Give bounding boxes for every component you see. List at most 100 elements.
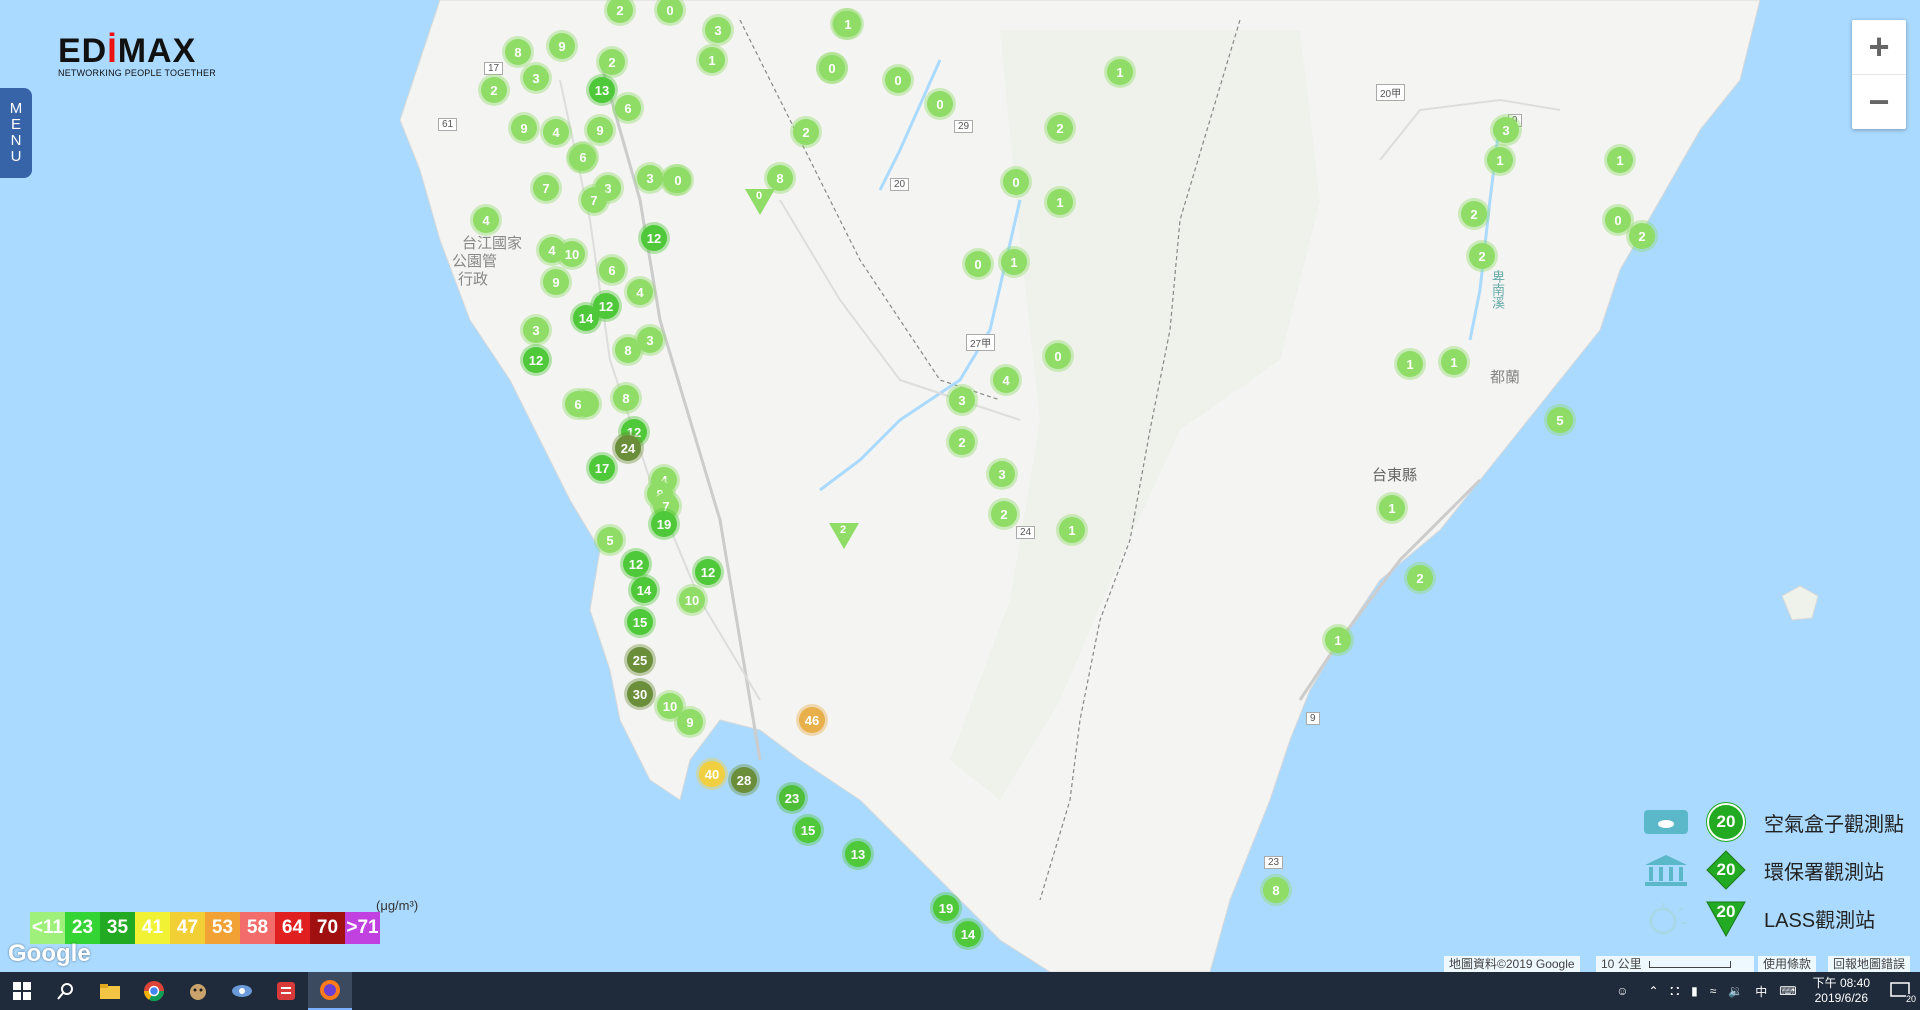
airbox-marker[interactable]: 14 bbox=[955, 921, 981, 947]
menu-tab[interactable]: M E N U bbox=[0, 88, 32, 178]
airbox-marker[interactable]: 12 bbox=[523, 347, 549, 373]
people-icon[interactable]: ☺ bbox=[1616, 984, 1628, 998]
airbox-marker[interactable]: 2 bbox=[1461, 201, 1487, 227]
airbox-marker[interactable]: 13 bbox=[589, 77, 615, 103]
lass-marker[interactable]: 0 bbox=[744, 188, 776, 221]
notification-center-icon[interactable]: 20 bbox=[1880, 972, 1920, 1010]
airbox-marker[interactable]: 2 bbox=[949, 429, 975, 455]
airbox-marker[interactable]: 1 bbox=[1001, 249, 1027, 275]
airbox-marker[interactable]: 17 bbox=[589, 455, 615, 481]
map-data-attribution[interactable]: 地圖資料©2019 Google bbox=[1444, 956, 1580, 972]
airbox-marker[interactable]: 4 bbox=[543, 119, 569, 145]
airbox-marker[interactable]: 1 bbox=[1107, 59, 1133, 85]
airbox-marker[interactable]: 2 bbox=[1629, 223, 1655, 249]
wifi-icon[interactable]: ≈ bbox=[1710, 984, 1717, 998]
airbox-marker[interactable]: 4 bbox=[993, 367, 1019, 393]
shield-icon[interactable]: ⛚ bbox=[1671, 984, 1680, 999]
airbox-marker[interactable]: 9 bbox=[511, 115, 537, 141]
airbox-marker[interactable]: 30 bbox=[627, 681, 653, 707]
airbox-marker[interactable]: 1 bbox=[1397, 351, 1423, 377]
airbox-marker[interactable]: 6 bbox=[570, 144, 596, 170]
airbox-marker[interactable]: 14 bbox=[631, 577, 657, 603]
search-icon[interactable] bbox=[44, 972, 88, 1010]
chrome-icon[interactable] bbox=[132, 972, 176, 1010]
airbox-marker[interactable]: 28 bbox=[731, 767, 757, 793]
airbox-marker[interactable]: 7 bbox=[581, 187, 607, 213]
windows-start-icon[interactable] bbox=[0, 972, 44, 1010]
airbox-marker[interactable]: 14 bbox=[573, 305, 599, 331]
airbox-marker[interactable]: 3 bbox=[523, 65, 549, 91]
airbox-marker[interactable]: 9 bbox=[587, 117, 613, 143]
file-explorer-icon[interactable] bbox=[88, 972, 132, 1010]
airbox-marker[interactable]: 1 bbox=[1379, 495, 1405, 521]
airbox-marker[interactable]: 1 bbox=[1607, 147, 1633, 173]
terms-link[interactable]: 使用條款 bbox=[1758, 956, 1817, 972]
airbox-marker[interactable]: 4 bbox=[627, 279, 653, 305]
airbox-marker[interactable]: 0 bbox=[819, 55, 845, 81]
battery-icon[interactable]: ▮ bbox=[1691, 984, 1698, 998]
taskbar-clock[interactable]: 下午 08:40 2019/6/26 bbox=[1813, 976, 1870, 1006]
airbox-marker[interactable]: 1 bbox=[1059, 517, 1085, 543]
airbox-marker[interactable]: 19 bbox=[651, 511, 677, 537]
airbox-marker[interactable]: 4 bbox=[473, 207, 499, 233]
airbox-marker[interactable]: 2 bbox=[481, 77, 507, 103]
airbox-marker[interactable]: 5 bbox=[1547, 407, 1573, 433]
chevron-up-icon[interactable]: ⌃ bbox=[1648, 984, 1658, 998]
zoom-in-button[interactable]: + bbox=[1852, 20, 1906, 74]
airbox-marker[interactable]: 2 bbox=[991, 501, 1017, 527]
report-map-error-link[interactable]: 回報地圖錯誤 bbox=[1828, 956, 1911, 972]
app-icon-red[interactable] bbox=[264, 972, 308, 1010]
airbox-marker[interactable]: 2 bbox=[1469, 243, 1495, 269]
airbox-marker[interactable]: 7 bbox=[533, 175, 559, 201]
keyboard-icon[interactable]: ⌨ bbox=[1779, 984, 1796, 998]
airbox-marker[interactable]: 2 bbox=[793, 119, 819, 145]
airbox-marker[interactable]: 12 bbox=[641, 225, 667, 251]
airbox-marker[interactable]: 1 bbox=[1487, 147, 1513, 173]
airbox-marker[interactable]: 23 bbox=[779, 785, 805, 811]
firefox-icon[interactable] bbox=[308, 972, 352, 1010]
airbox-marker[interactable]: 8 bbox=[1263, 877, 1289, 903]
map-canvas[interactable]: 台江國家 公園管 行政 台東縣 都蘭 卑南溪 17 61 20 29 27甲 2… bbox=[0, 0, 1920, 972]
airbox-marker[interactable]: 1 bbox=[835, 11, 861, 37]
airbox-marker[interactable]: 0 bbox=[927, 91, 953, 117]
airbox-marker[interactable]: 8 bbox=[613, 385, 639, 411]
airbox-marker[interactable]: 1 bbox=[1047, 189, 1073, 215]
airbox-marker[interactable]: 2 bbox=[599, 49, 625, 75]
airbox-marker[interactable]: 25 bbox=[627, 647, 653, 673]
airbox-marker[interactable]: 0 bbox=[1045, 343, 1071, 369]
airbox-marker[interactable]: 15 bbox=[795, 817, 821, 843]
airbox-marker[interactable]: 3 bbox=[637, 327, 663, 353]
airbox-marker[interactable]: 10 bbox=[559, 241, 585, 267]
lass-marker[interactable]: 2 bbox=[828, 522, 860, 555]
airbox-marker[interactable]: 1 bbox=[699, 47, 725, 73]
airbox-marker[interactable]: 9 bbox=[549, 33, 575, 59]
airbox-marker[interactable]: 46 bbox=[799, 707, 825, 733]
airbox-marker[interactable]: 3 bbox=[1493, 117, 1519, 143]
airbox-marker[interactable]: 12 bbox=[623, 551, 649, 577]
airbox-marker[interactable]: 0 bbox=[1605, 207, 1631, 233]
airbox-marker[interactable]: 6 bbox=[599, 257, 625, 283]
airbox-marker[interactable]: 1 bbox=[1325, 627, 1351, 653]
airbox-marker[interactable]: 8 bbox=[505, 39, 531, 65]
airbox-marker[interactable]: 1 bbox=[1441, 349, 1467, 375]
airbox-marker[interactable]: 40 bbox=[699, 761, 725, 787]
airbox-marker[interactable]: 2 bbox=[1407, 565, 1433, 591]
airbox-marker[interactable]: 2 bbox=[1047, 115, 1073, 141]
ime-indicator[interactable]: 中 bbox=[1755, 983, 1767, 1000]
airbox-marker[interactable]: 15 bbox=[627, 609, 653, 635]
airbox-marker[interactable]: 24 bbox=[615, 435, 641, 461]
airbox-marker[interactable]: 12 bbox=[695, 559, 721, 585]
airbox-marker[interactable]: 10 bbox=[679, 587, 705, 613]
airbox-marker[interactable]: 3 bbox=[705, 17, 731, 43]
airbox-marker[interactable]: 3 bbox=[949, 387, 975, 413]
airbox-marker[interactable]: 9 bbox=[677, 709, 703, 735]
app-icon-network[interactable] bbox=[220, 972, 264, 1010]
airbox-marker[interactable]: 6 bbox=[565, 391, 591, 417]
airbox-marker[interactable]: 9 bbox=[543, 269, 569, 295]
airbox-marker[interactable]: 3 bbox=[523, 317, 549, 343]
airbox-marker[interactable]: 0 bbox=[1003, 169, 1029, 195]
airbox-marker[interactable]: 13 bbox=[845, 841, 871, 867]
airbox-marker[interactable]: 0 bbox=[885, 67, 911, 93]
app-icon-bird[interactable] bbox=[176, 972, 220, 1010]
airbox-marker[interactable]: 0 bbox=[665, 167, 691, 193]
